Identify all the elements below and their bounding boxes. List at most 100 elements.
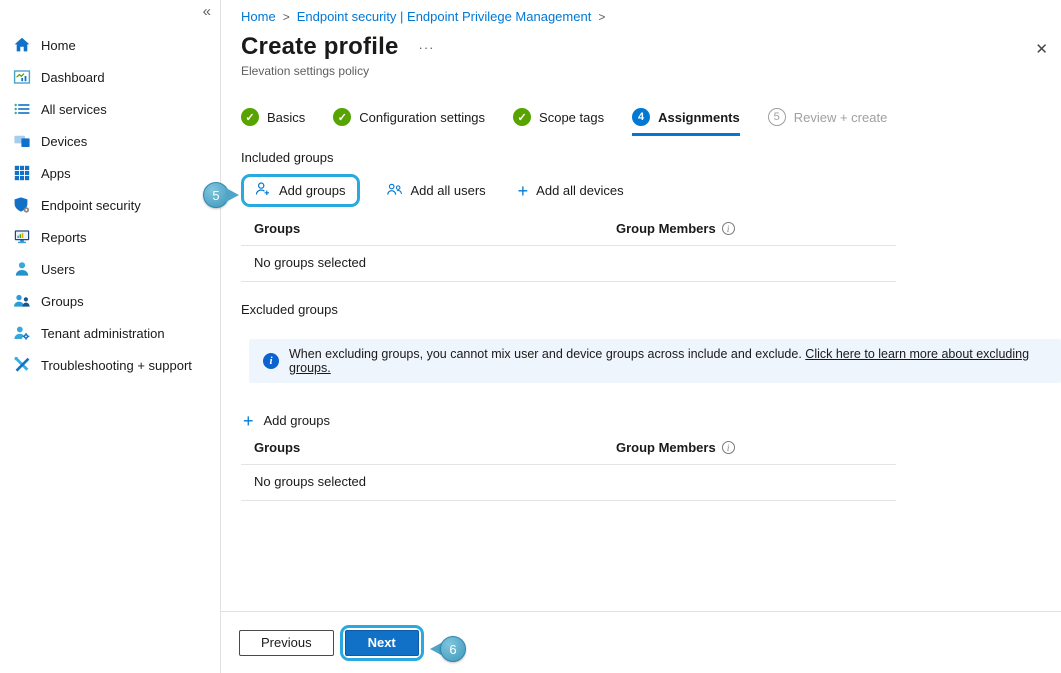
tenant-administration-icon [13, 324, 31, 342]
sidebar-item-apps[interactable]: Apps [0, 157, 220, 189]
excluded-add-groups-label: Add groups [264, 413, 331, 428]
add-all-devices-button[interactable]: + Add all devices [512, 181, 630, 200]
info-banner: i When excluding groups, you cannot mix … [249, 339, 1061, 383]
sidebar-nav: Home Dashboard [0, 0, 220, 381]
plus-icon: + [243, 414, 254, 428]
tab-basics[interactable]: ✓ Basics [241, 108, 305, 136]
add-groups-label: Add groups [279, 183, 346, 198]
more-options-icon[interactable]: ··· [419, 40, 435, 55]
next-tutorial-highlight: Next [340, 625, 424, 661]
callout-number-badge: 6 [440, 636, 466, 662]
sidebar-item-label: Users [41, 262, 75, 277]
troubleshooting-icon [13, 356, 31, 374]
add-all-devices-label: Add all devices [536, 183, 623, 198]
apps-icon [13, 164, 31, 182]
tab-label: Scope tags [539, 110, 604, 125]
dashboard-icon [13, 68, 31, 86]
callout-arrow-icon [226, 188, 239, 202]
sidebar-item-reports[interactable]: Reports [0, 221, 220, 253]
tab-label: Configuration settings [359, 110, 485, 125]
sidebar-item-label: Dashboard [41, 70, 105, 85]
endpoint-security-icon [13, 196, 31, 214]
banner-text: When excluding groups, you cannot mix us… [289, 347, 1047, 375]
empty-state-row: No groups selected [241, 465, 896, 501]
sidebar-item-dashboard[interactable]: Dashboard [0, 61, 220, 93]
breadcrumb-separator-icon: > [283, 10, 290, 24]
page-subtitle: Elevation settings policy [241, 64, 1061, 78]
wizard-footer: Previous Next [221, 611, 1061, 673]
wizard-steps: ✓ Basics ✓ Configuration settings ✓ Scop… [241, 108, 1061, 136]
sidebar-item-label: Groups [41, 294, 84, 309]
tutorial-callout-6: 6 [430, 636, 466, 662]
check-icon: ✓ [333, 108, 351, 126]
sidebar-item-label: Reports [41, 230, 87, 245]
plus-icon: + [518, 184, 529, 198]
column-header-group-members: Group Members [616, 440, 716, 455]
breadcrumb-separator-icon: > [598, 10, 605, 24]
table-header-row: Groups Group Members i [241, 215, 896, 246]
empty-state-row: No groups selected [241, 246, 896, 282]
step-number-badge: 5 [768, 108, 786, 126]
home-icon [13, 36, 31, 54]
app-window: « Home Dashboard [0, 0, 1061, 673]
close-icon[interactable]: ✕ [1035, 40, 1048, 58]
main-panel: Home > Endpoint security | Endpoint Priv… [221, 0, 1061, 673]
sidebar-item-users[interactable]: Users [0, 253, 220, 285]
add-all-users-button[interactable]: Add all users [380, 180, 492, 202]
tutorial-callout-5: 5 [203, 182, 239, 208]
info-icon[interactable]: i [722, 222, 735, 235]
people-icon [386, 182, 403, 200]
sidebar-item-devices[interactable]: Devices [0, 125, 220, 157]
sidebar-item-groups[interactable]: Groups [0, 285, 220, 317]
check-icon: ✓ [241, 108, 259, 126]
groups-icon [13, 292, 31, 310]
add-all-users-label: Add all users [411, 183, 486, 198]
included-groups-toolbar: Add groups Add all users + Add all devic… [241, 172, 1061, 209]
step-number-badge: 4 [632, 108, 650, 126]
add-groups-button[interactable]: Add groups [246, 179, 355, 202]
sidebar-item-endpoint-security[interactable]: Endpoint security [0, 189, 220, 221]
person-add-icon [255, 181, 271, 200]
page-title: Create profile [241, 33, 399, 61]
sidebar-item-troubleshooting[interactable]: Troubleshooting + support [0, 349, 220, 381]
sidebar-item-home[interactable]: Home [0, 29, 220, 61]
breadcrumb-endpoint-security-link[interactable]: Endpoint security | Endpoint Privilege M… [297, 9, 592, 24]
add-groups-tutorial-highlight: Add groups [241, 174, 360, 207]
users-icon [13, 260, 31, 278]
tab-label: Assignments [658, 110, 740, 125]
sidebar-item-tenant-administration[interactable]: Tenant administration [0, 317, 220, 349]
tab-label: Review + create [794, 110, 888, 125]
info-icon: i [263, 353, 279, 369]
tab-label: Basics [267, 110, 305, 125]
sidebar-item-label: Apps [41, 166, 71, 181]
next-button[interactable]: Next [345, 630, 419, 656]
sidebar-item-label: Troubleshooting + support [41, 358, 192, 373]
included-groups-heading: Included groups [241, 150, 1061, 165]
title-row: Create profile ··· [241, 33, 1061, 61]
collapse-sidebar-icon[interactable]: « [203, 3, 211, 20]
tab-scope-tags[interactable]: ✓ Scope tags [513, 108, 604, 136]
all-services-icon [13, 100, 31, 118]
column-header-groups: Groups [254, 440, 616, 455]
included-groups-table: Groups Group Members i No groups selecte… [241, 215, 896, 282]
breadcrumb-home-link[interactable]: Home [241, 9, 276, 24]
sidebar-item-label: Endpoint security [41, 198, 141, 213]
excluded-groups-heading: Excluded groups [241, 302, 1061, 317]
info-icon[interactable]: i [722, 441, 735, 454]
column-header-groups: Groups [254, 221, 616, 236]
table-header-row: Groups Group Members i [241, 434, 896, 465]
sidebar: « Home Dashboard [0, 0, 221, 673]
sidebar-item-label: Tenant administration [41, 326, 165, 341]
sidebar-item-label: Devices [41, 134, 87, 149]
sidebar-item-label: All services [41, 102, 107, 117]
reports-icon [13, 228, 31, 246]
excluded-groups-table: Groups Group Members i No groups selecte… [241, 434, 896, 501]
excluded-add-groups-button[interactable]: + Add groups [241, 413, 330, 428]
tab-configuration-settings[interactable]: ✓ Configuration settings [333, 108, 485, 136]
previous-button[interactable]: Previous [239, 630, 334, 656]
check-icon: ✓ [513, 108, 531, 126]
tab-assignments[interactable]: 4 Assignments [632, 108, 740, 136]
sidebar-item-all-services[interactable]: All services [0, 93, 220, 125]
column-header-group-members: Group Members [616, 221, 716, 236]
devices-icon [13, 132, 31, 150]
